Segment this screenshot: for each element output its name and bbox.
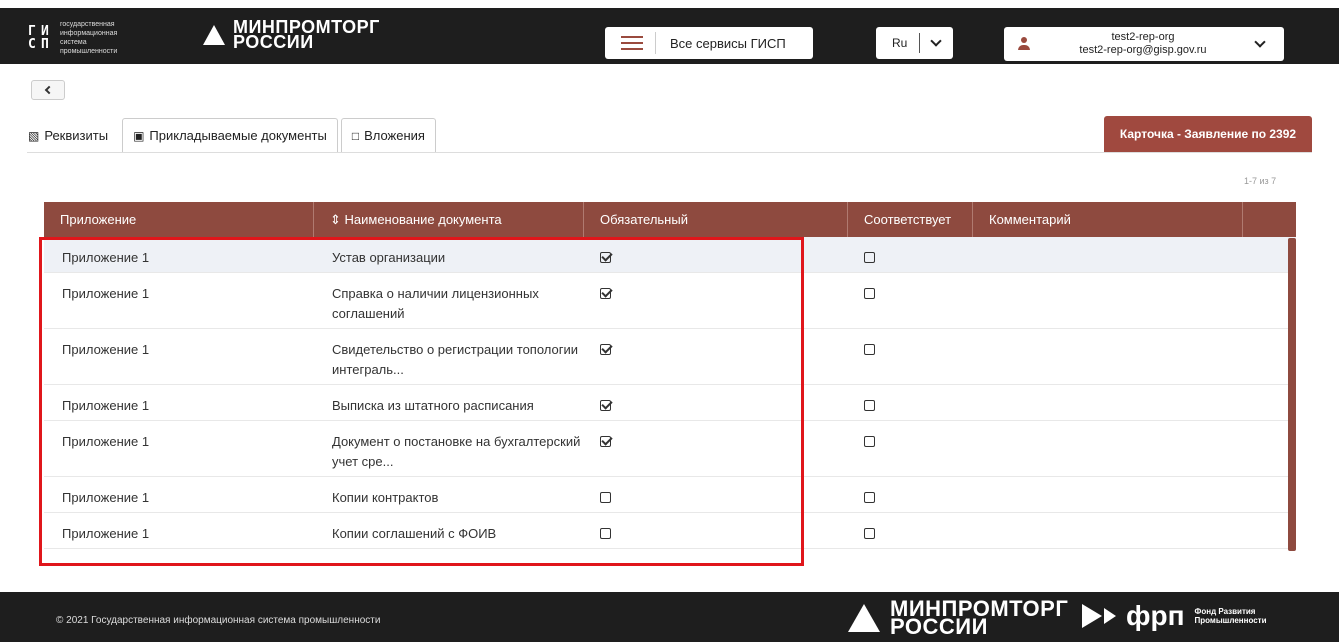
table-header: Приложение ⇕ Наименование документа Обяз… [44, 202, 1296, 237]
divider [655, 32, 656, 54]
matches-cell [848, 237, 973, 272]
column-header-comment[interactable]: Комментарий [973, 202, 1243, 237]
matches-checkbox[interactable] [864, 344, 875, 355]
matches-cell [848, 477, 973, 512]
app-footer: © 2021 Государственная информационная си… [0, 592, 1339, 642]
user-name: test2-rep-org [1111, 31, 1175, 43]
inbox-icon: ▣ [133, 128, 145, 143]
frp-subtitle: Фонд Развития Промышленности [1194, 607, 1267, 625]
tab-label: Реквизиты [44, 128, 109, 143]
footer-ministry-logo[interactable]: МИНПРОМТОРГ РОССИИ [848, 596, 1069, 639]
frp-arrow-icon [1104, 608, 1116, 624]
copyright-text: © 2021 Государственная информационная си… [56, 615, 381, 626]
user-email: test2-rep-org@gisp.gov.ru [1079, 44, 1207, 56]
user-icon [1018, 37, 1030, 51]
file-icon: □ [351, 128, 360, 143]
frp-logo[interactable]: фрп Фонд Развития Промышленности [1082, 600, 1267, 631]
matches-checkbox[interactable] [864, 288, 875, 299]
tab-requisites[interactable]: ▧ Реквизиты [27, 118, 120, 152]
tab-bar: ▧ Реквизиты ▣ Прикладываемые документы □… [27, 118, 439, 152]
tab-attached-documents[interactable]: ▣ Прикладываемые документы [122, 118, 338, 152]
matches-cell [848, 421, 973, 476]
column-header-document-name[interactable]: ⇕ Наименование документа [314, 202, 584, 237]
matches-checkbox[interactable] [864, 528, 875, 539]
matches-cell [848, 273, 973, 328]
tab-label: Прикладываемые документы [149, 128, 327, 143]
pagination-info: 1-7 из 7 [1244, 176, 1277, 186]
frp-name: фрп [1126, 600, 1185, 631]
all-services-button[interactable]: Все сервисы ГИСП [605, 27, 813, 59]
column-header-extra [1243, 202, 1296, 237]
back-button[interactable] [31, 80, 65, 100]
ministry-triangle-icon [203, 25, 225, 45]
card-title-badge: Карточка - Заявление по 2392 [1104, 116, 1312, 152]
chevron-down-icon [1254, 36, 1266, 48]
annotation-highlight-box [39, 237, 804, 566]
comment-cell[interactable] [973, 385, 1243, 420]
footer-ministry-text: МИНПРОМТОРГ РОССИИ [890, 596, 1069, 639]
column-header-required[interactable]: Обязательный [584, 202, 848, 237]
ministry-logo-text: МИНПРОМТОРГ РОССИИ [233, 17, 380, 52]
chevron-down-icon [930, 35, 943, 47]
matches-cell [848, 385, 973, 420]
book-icon: ▧ [28, 128, 40, 143]
app-header: ГИ СП государственная информационная сис… [0, 8, 1339, 64]
matches-checkbox[interactable] [864, 252, 875, 263]
comment-cell[interactable] [973, 477, 1243, 512]
matches-cell [848, 513, 973, 548]
all-services-label: Все сервисы ГИСП [670, 35, 786, 51]
gisp-logo[interactable]: ГИ СП государственная информационная сис… [28, 20, 140, 56]
tab-attachments[interactable]: □ Вложения [340, 118, 436, 152]
tabs-divider [27, 152, 1312, 153]
menu-icon [621, 32, 643, 54]
top-strip [0, 0, 1339, 8]
comment-cell[interactable] [973, 513, 1243, 548]
frp-arrow-icon [1082, 604, 1102, 628]
column-header-appendix[interactable]: Приложение [44, 202, 314, 237]
table-scrollbar[interactable] [1288, 238, 1296, 551]
chevron-left-icon [44, 85, 54, 95]
column-header-matches[interactable]: Соответствует [848, 202, 973, 237]
user-info: test2-rep-org test2-rep-org@gisp.gov.ru [1030, 31, 1256, 57]
ministry-logo[interactable]: МИНПРОМТОРГ РОССИИ [203, 17, 380, 52]
divider [919, 33, 921, 53]
language-value: Ru [892, 36, 908, 50]
matches-checkbox[interactable] [864, 400, 875, 411]
matches-checkbox[interactable] [864, 492, 875, 503]
comment-cell[interactable] [973, 237, 1243, 272]
matches-cell [848, 329, 973, 384]
gisp-logo-text: государственная информационная система п… [60, 21, 118, 55]
user-menu-button[interactable]: test2-rep-org test2-rep-org@gisp.gov.ru [1004, 27, 1284, 61]
comment-cell[interactable] [973, 421, 1243, 476]
matches-checkbox[interactable] [864, 436, 875, 447]
gisp-mark-icon: ГИ СП [28, 24, 49, 52]
language-select[interactable]: Ru [876, 27, 953, 59]
comment-cell[interactable] [973, 273, 1243, 328]
tab-label: Вложения [364, 128, 425, 143]
comment-cell[interactable] [973, 329, 1243, 384]
ministry-triangle-icon [848, 604, 880, 632]
